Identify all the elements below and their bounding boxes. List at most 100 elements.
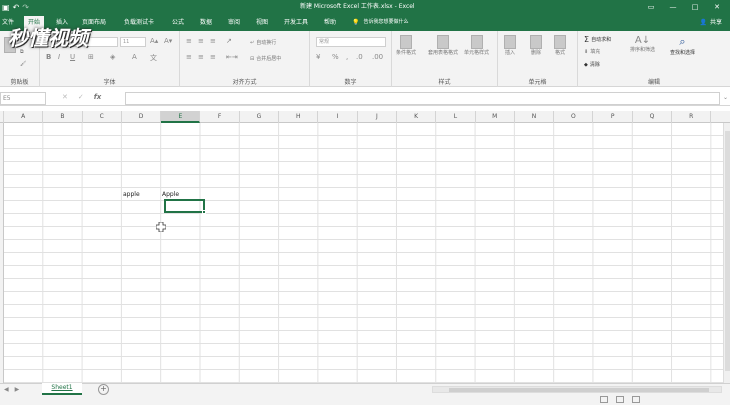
align-bottom-icon[interactable]: ≡: [210, 37, 216, 45]
column-header-I[interactable]: I: [318, 111, 358, 123]
sheet-nav-arrows-icon[interactable]: ◀▶: [4, 384, 25, 395]
tab-review[interactable]: 审阅: [228, 17, 240, 28]
merge-center-button[interactable]: ⊟ 合并后居中: [250, 55, 281, 63]
plus-icon[interactable]: +: [98, 384, 109, 395]
format-as-table-button[interactable]: 套用表格格式: [428, 35, 458, 56]
fill-button[interactable]: ⬇ 填充: [584, 48, 601, 56]
align-top-icon[interactable]: ≡: [186, 37, 192, 45]
tab-formulas[interactable]: 公式: [172, 17, 184, 28]
fill-color-icon[interactable]: ◈: [110, 53, 115, 61]
tab-view[interactable]: 视图: [256, 17, 268, 28]
active-cell-selection[interactable]: [164, 199, 206, 214]
sort-filter-button[interactable]: A↓ 排序和筛选: [630, 35, 655, 53]
autosum-button[interactable]: Σ 自动求和: [584, 35, 611, 44]
insert-cells-button[interactable]: 插入: [504, 35, 516, 56]
column-header-F[interactable]: F: [201, 111, 240, 123]
underline-button[interactable]: U: [70, 53, 75, 61]
group-label: 单元格: [528, 79, 547, 86]
bold-button[interactable]: B: [46, 53, 51, 61]
column-header-A[interactable]: A: [4, 111, 44, 123]
normal-view-icon[interactable]: [600, 396, 608, 403]
column-header-C[interactable]: C: [83, 111, 122, 123]
cell-styles-button[interactable]: 单元格样式: [464, 35, 489, 56]
tab-help[interactable]: 帮助: [324, 17, 336, 28]
enter-icon[interactable]: ✓: [78, 93, 84, 101]
page-layout-view-icon[interactable]: [616, 396, 624, 403]
insert-function-icon[interactable]: fx: [94, 93, 102, 101]
cancel-icon[interactable]: ✕: [62, 93, 68, 101]
group-editing: Σ 自动求和 ⬇ 填充 ◆ 清除 A↓ 排序和筛选 ⌕ 查找和选择 编辑: [578, 31, 730, 87]
close-icon[interactable]: ✕: [706, 3, 728, 11]
column-header-K[interactable]: K: [397, 111, 437, 123]
find-select-button[interactable]: ⌕ 查找和选择: [670, 35, 695, 56]
column-header-J[interactable]: J: [358, 111, 397, 123]
indent-icon[interactable]: ⇤⇥: [226, 53, 238, 61]
ribbon-display-options-icon[interactable]: ▭: [640, 3, 662, 11]
view-buttons: [600, 396, 640, 403]
horizontal-scrollbar[interactable]: [432, 386, 722, 393]
name-box[interactable]: E5: [0, 92, 46, 105]
column-header-D[interactable]: D: [122, 111, 162, 123]
formula-input[interactable]: [125, 92, 720, 105]
group-styles: 条件格式 套用表格格式 单元格样式 样式: [392, 31, 498, 87]
tell-me-box[interactable]: 💡 告诉我您想要做什么: [352, 17, 409, 28]
delete-cells-button[interactable]: 删除: [530, 35, 542, 56]
decrease-decimal-icon[interactable]: .00: [372, 53, 383, 61]
format-painter-icon[interactable]: 🖌: [20, 61, 26, 67]
fill-handle[interactable]: [202, 210, 206, 214]
number-format-combo[interactable]: 常规: [316, 37, 386, 47]
column-header-R[interactable]: R: [672, 111, 712, 123]
currency-icon[interactable]: ¥: [316, 53, 320, 61]
wrap-text-button[interactable]: ↵ 自动换行: [250, 39, 276, 47]
conditional-format-button[interactable]: 条件格式: [396, 35, 416, 56]
fill-label: 填充: [590, 49, 601, 55]
phonetic-icon[interactable]: 文: [150, 53, 157, 63]
minimize-icon[interactable]: —: [662, 3, 684, 11]
increase-font-icon[interactable]: A▴: [150, 37, 158, 45]
tab-load-test[interactable]: 负载测试卡: [124, 17, 154, 28]
column-header-H[interactable]: H: [279, 111, 319, 123]
italic-button[interactable]: I: [58, 53, 60, 61]
tab-developer[interactable]: 开发工具: [284, 17, 308, 28]
column-header-M[interactable]: M: [476, 111, 515, 123]
align-middle-icon[interactable]: ≡: [198, 37, 204, 45]
column-header-L[interactable]: L: [436, 111, 476, 123]
increase-decimal-icon[interactable]: .0: [356, 53, 363, 61]
column-header-N[interactable]: N: [515, 111, 555, 123]
save-icon[interactable]: ▣: [2, 3, 10, 12]
column-headers: ABCDEFGHIJKLMNOPQR: [0, 111, 730, 123]
column-header-O[interactable]: O: [554, 111, 594, 123]
page-break-view-icon[interactable]: [632, 396, 640, 403]
expand-formula-icon[interactable]: ⌄: [723, 94, 728, 101]
decrease-font-icon[interactable]: A▾: [164, 37, 172, 45]
maximize-icon[interactable]: □: [684, 3, 706, 11]
orientation-icon[interactable]: ↗: [226, 37, 232, 45]
undo-icon[interactable]: ↶: [13, 3, 20, 12]
format-cells-button[interactable]: 格式: [554, 35, 566, 56]
redo-icon[interactable]: ↷: [22, 3, 29, 12]
cell-E4[interactable]: Apple: [162, 191, 179, 198]
column-header-P[interactable]: P: [594, 111, 633, 123]
cell-area[interactable]: apple Apple: [4, 123, 723, 383]
column-header-Q[interactable]: Q: [633, 111, 673, 123]
ribbon-tabs: 文件 开始 插入 页面布局 负载测试卡 公式 数据 审阅 视图 开发工具 帮助 …: [0, 14, 730, 31]
percent-button[interactable]: %: [332, 53, 339, 61]
font-color-icon[interactable]: A: [132, 53, 137, 61]
clear-button[interactable]: ◆ 清除: [584, 61, 600, 69]
vertical-scrollbar[interactable]: [723, 123, 730, 383]
sheet-tab-sheet1[interactable]: Sheet1: [42, 383, 82, 395]
align-left-icon[interactable]: ≡: [186, 53, 192, 61]
tab-data[interactable]: 数据: [200, 17, 212, 28]
borders-icon[interactable]: ⊞: [88, 53, 94, 61]
column-header-B[interactable]: B: [43, 111, 83, 123]
horizontal-scroll-thumb[interactable]: [449, 388, 709, 392]
align-right-icon[interactable]: ≡: [210, 53, 216, 61]
share-button[interactable]: 👤 共享: [700, 17, 723, 28]
comma-icon[interactable]: ,: [346, 53, 348, 61]
column-header-E[interactable]: E: [161, 111, 201, 123]
cell-D4[interactable]: apple: [123, 191, 140, 198]
column-header-G[interactable]: G: [240, 111, 280, 123]
align-center-icon[interactable]: ≡: [198, 53, 204, 61]
font-size-combo[interactable]: 11: [120, 37, 146, 47]
vertical-scroll-thumb[interactable]: [725, 131, 730, 371]
